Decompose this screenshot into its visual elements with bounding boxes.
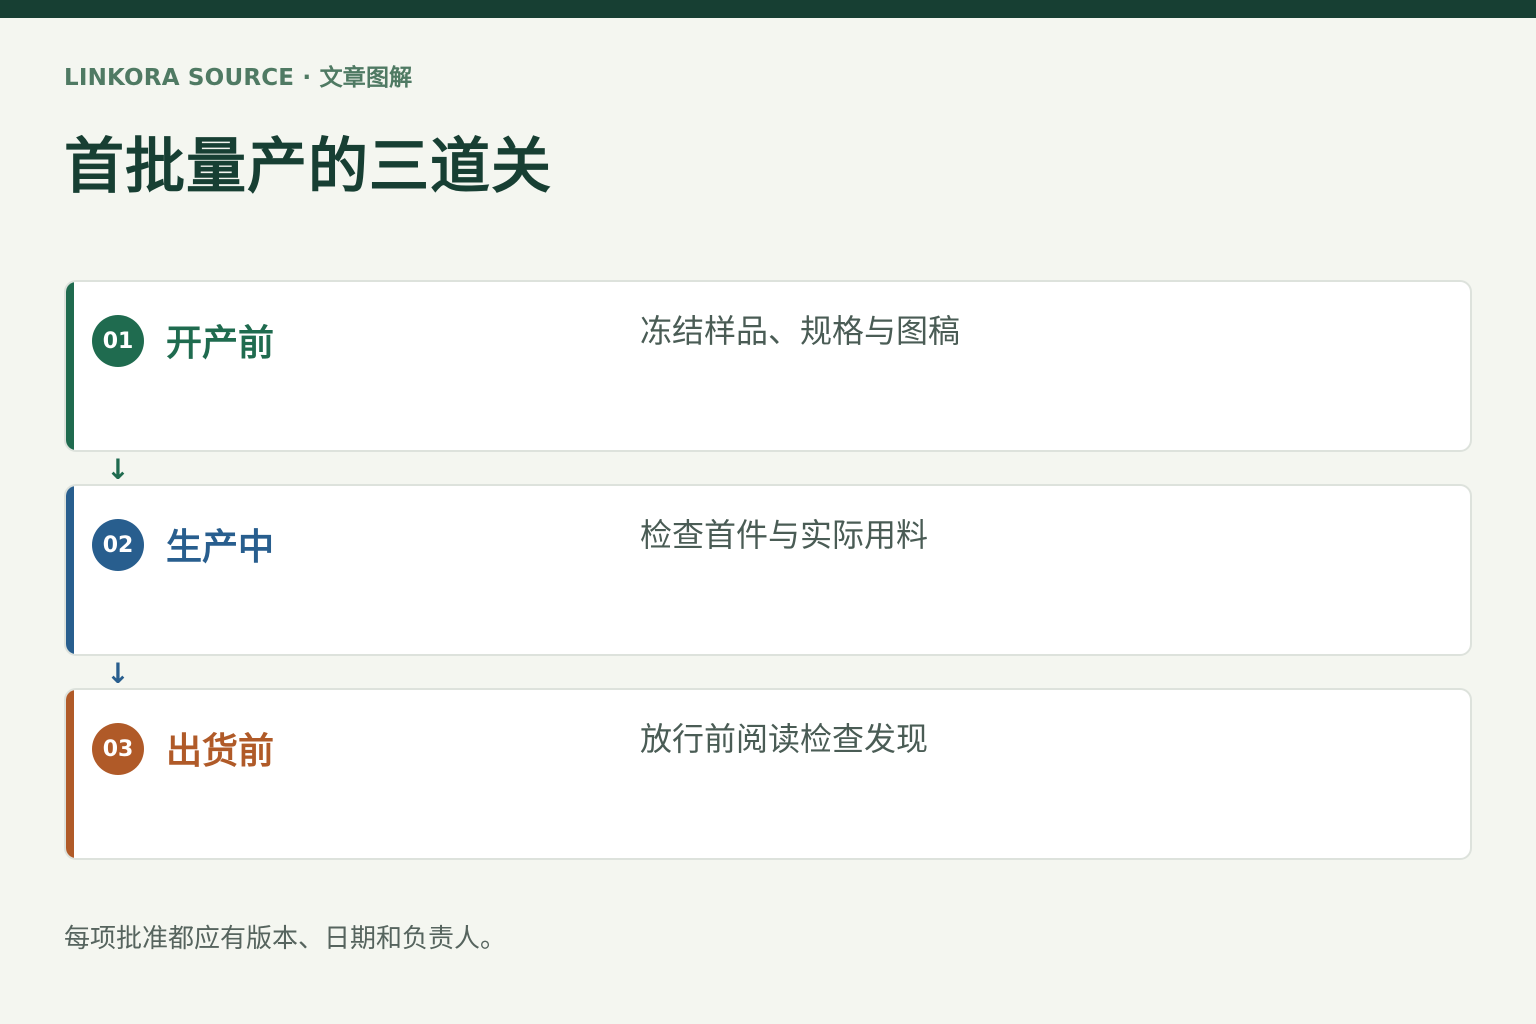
step-card-before-shipping: 03 出货前 放行前阅读检查发现 — [64, 688, 1472, 860]
step-description: 冻结样品、规格与图稿 — [640, 312, 961, 350]
kicker-label: LINKORA SOURCE · 文章图解 — [64, 65, 413, 91]
arrow-down-icon: ↓ — [106, 453, 130, 486]
page-title: 首批量产的三道关 — [64, 132, 552, 202]
step-description: 放行前阅读检查发现 — [640, 720, 929, 758]
step-accent-bar — [66, 282, 74, 450]
step-number-badge: 02 — [92, 519, 144, 571]
step-name: 出货前 — [166, 731, 275, 772]
step-name: 生产中 — [166, 527, 275, 568]
step-card-before-production: 01 开产前 冻结样品、规格与图稿 — [64, 280, 1472, 452]
step-card-during-production: 02 生产中 检查首件与实际用料 — [64, 484, 1472, 656]
step-number-badge: 01 — [92, 315, 144, 367]
step-number-badge: 03 — [92, 723, 144, 775]
step-accent-bar — [66, 690, 74, 858]
footnote: 每项批准都应有版本、日期和负责人。 — [64, 924, 507, 954]
step-accent-bar — [66, 486, 74, 654]
arrow-down-icon: ↓ — [106, 657, 130, 690]
step-name: 开产前 — [166, 323, 275, 364]
top-accent-bar — [0, 0, 1536, 18]
step-description: 检查首件与实际用料 — [640, 516, 929, 554]
